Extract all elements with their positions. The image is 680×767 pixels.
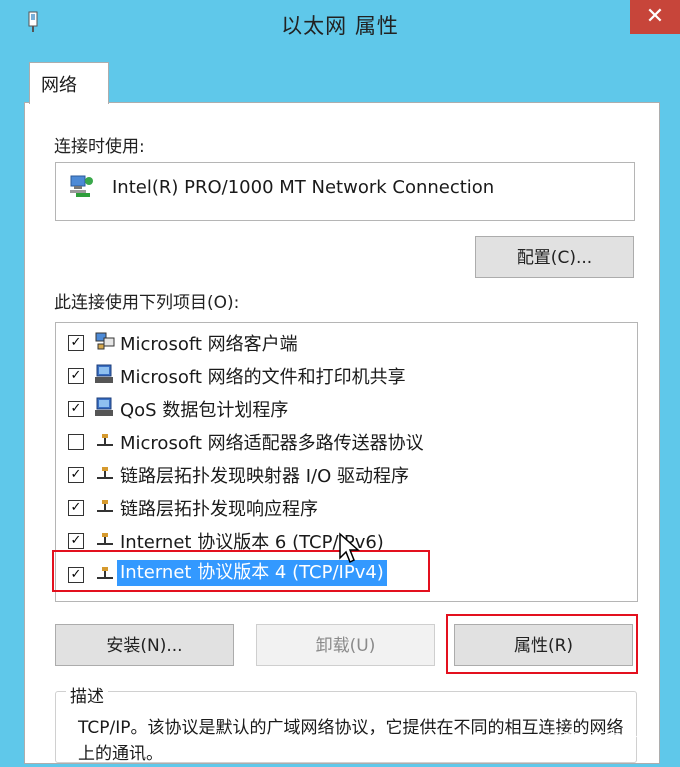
item-label: 链路层拓扑发现映射器 I/O 驱动程序 — [120, 466, 409, 487]
connect-using-label: 连接时使用: — [54, 137, 145, 157]
item-checkbox[interactable]: ✓ — [68, 467, 84, 483]
list-item[interactable]: Microsoft 网络适配器多路传送器协议 — [56, 425, 616, 455]
item-label: QoS 数据包计划程序 — [120, 400, 289, 421]
item-label: Microsoft 网络的文件和打印机共享 — [120, 367, 406, 388]
item-checkbox[interactable] — [68, 434, 84, 450]
protocol-icon — [97, 533, 113, 545]
list-item[interactable]: ✓ QoS 数据包计划程序 — [56, 392, 616, 422]
item-checkbox[interactable]: ✓ — [68, 500, 84, 516]
network-client-icon — [95, 332, 115, 350]
item-checkbox[interactable]: ✓ — [68, 533, 84, 549]
network-service-icon — [95, 364, 113, 383]
highlight-box-selected-item — [52, 550, 430, 592]
configure-button[interactable]: 配置(C)... — [475, 236, 634, 278]
network-service-icon — [95, 397, 113, 416]
item-checkbox[interactable]: ✓ — [68, 401, 84, 417]
close-button[interactable]: ✕ — [630, 0, 680, 34]
list-item[interactable]: ✓ Microsoft 网络客户端 — [56, 326, 616, 356]
list-item[interactable]: ✓ Microsoft 网络的文件和打印机共享 — [56, 359, 616, 389]
items-label: 此连接使用下列项目(O): — [54, 293, 240, 313]
watermark: CSDN @何妨呀~ — [547, 730, 644, 744]
description-title: 描述 — [66, 682, 108, 707]
window-title: 以太网 属性 — [281, 14, 399, 38]
tab-network[interactable]: 网络 — [29, 62, 109, 104]
protocol-icon — [97, 434, 113, 446]
uninstall-button[interactable]: 卸载(U) — [256, 624, 435, 666]
protocol-icon — [97, 500, 113, 512]
install-button[interactable]: 安装(N)... — [55, 624, 234, 666]
list-item[interactable]: ✓ 链路层拓扑发现响应程序 — [56, 491, 616, 521]
item-checkbox[interactable]: ✓ — [68, 368, 84, 384]
mouse-cursor-icon — [339, 532, 360, 564]
item-label: Microsoft 网络客户端 — [120, 334, 298, 355]
network-adapter-icon — [70, 175, 93, 197]
item-label: Microsoft 网络适配器多路传送器协议 — [120, 433, 424, 454]
adapter-name: Intel(R) PRO/1000 MT Network Connection — [112, 177, 495, 198]
tab-label: 网络 — [41, 75, 77, 96]
item-label: 链路层拓扑发现响应程序 — [120, 499, 318, 520]
protocol-icon — [97, 467, 113, 479]
adapter-box: Intel(R) PRO/1000 MT Network Connection — [55, 162, 635, 221]
list-item[interactable]: ✓ 链路层拓扑发现映射器 I/O 驱动程序 — [56, 458, 616, 488]
item-checkbox[interactable]: ✓ — [68, 335, 84, 351]
highlight-box-properties-button — [446, 614, 638, 674]
title-bar: 以太网 属性 ✕ — [0, 0, 680, 48]
